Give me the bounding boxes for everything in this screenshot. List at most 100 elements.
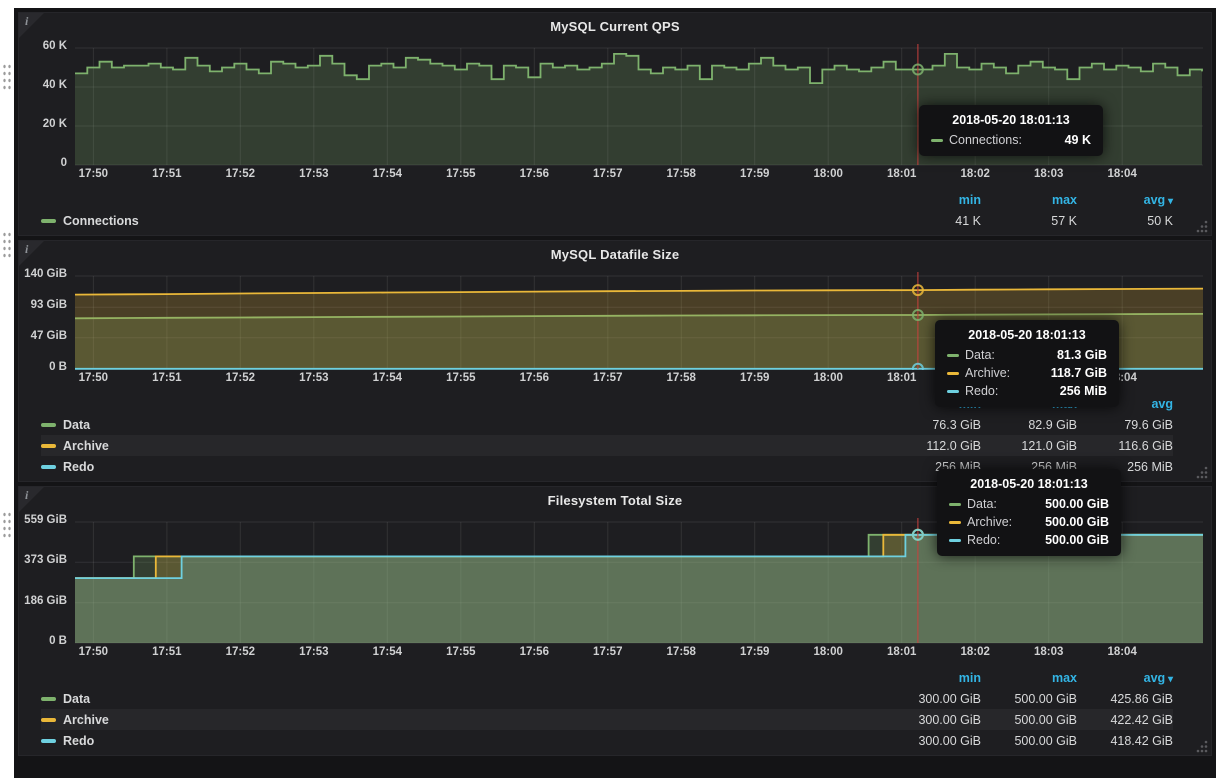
stat-avg-value: 256 MiB bbox=[1077, 460, 1173, 474]
legend-row-redo: Redo 256 MiB 256 MiB 256 MiB bbox=[41, 456, 1173, 477]
page: i MySQL Current QPS 020 K40 K60 K 17:501… bbox=[0, 0, 1224, 784]
x-tick-label: 17:52 bbox=[216, 168, 264, 180]
legend-item-archive[interactable]: Archive bbox=[41, 439, 885, 453]
chart-plot[interactable] bbox=[75, 38, 1203, 166]
x-tick-label: 17:58 bbox=[657, 646, 705, 658]
x-tick-label: 17:57 bbox=[584, 372, 632, 384]
legend-row-redo: Redo 300.00 GiB 500.00 GiB 418.42 GiB bbox=[41, 730, 1173, 751]
legend-item-connections[interactable]: Connections bbox=[41, 214, 885, 228]
stat-max-value: 500.00 GiB bbox=[981, 713, 1077, 727]
resize-handle[interactable] bbox=[1195, 739, 1209, 753]
chart-svg bbox=[75, 512, 1203, 644]
legend-item-data[interactable]: Data bbox=[41, 692, 885, 706]
info-icon: i bbox=[25, 242, 28, 257]
x-tick-label: 17:54 bbox=[363, 372, 411, 384]
series-color-dash bbox=[41, 718, 56, 722]
x-tick-label: 17:50 bbox=[69, 168, 117, 180]
row-drag-handle[interactable] bbox=[2, 63, 12, 91]
legend-item-redo[interactable]: Redo bbox=[41, 460, 885, 474]
series-color-dash bbox=[41, 444, 56, 448]
stat-min-value: 112.0 GiB bbox=[885, 439, 981, 453]
legend-item-redo[interactable]: Redo bbox=[41, 734, 885, 748]
x-tick-label: 18:01 bbox=[878, 168, 926, 180]
x-tick-label: 18:04 bbox=[1098, 168, 1146, 180]
x-tick-label: 17:56 bbox=[510, 646, 558, 658]
stat-min-value: 256 MiB bbox=[885, 460, 981, 474]
x-tick-label: 18:00 bbox=[804, 372, 852, 384]
y-tick-label: 40 K bbox=[43, 79, 67, 91]
x-tick-label: 17:53 bbox=[290, 168, 338, 180]
legend: min max avg ▾ Connections 41 K 57 K 50 K bbox=[27, 190, 1203, 231]
series-color-dash bbox=[41, 423, 56, 427]
x-tick-label: 17:52 bbox=[216, 646, 264, 658]
series-color-dash bbox=[41, 697, 56, 701]
legend-item-archive[interactable]: Archive bbox=[41, 713, 885, 727]
legend-stat-min-header[interactable]: min bbox=[885, 671, 981, 685]
stat-max-value: 500.00 GiB bbox=[981, 692, 1077, 706]
x-tick-label: 17:59 bbox=[731, 168, 779, 180]
x-axis: 17:5017:5117:5217:5317:5417:5517:5617:57… bbox=[75, 644, 1203, 661]
stat-max-value: 57 K bbox=[981, 214, 1077, 228]
x-tick-label: 17:58 bbox=[657, 168, 705, 180]
y-tick-label: 60 K bbox=[43, 40, 67, 52]
legend-header-row: min max avg ▾ bbox=[41, 190, 1173, 210]
row-drag-handle[interactable] bbox=[2, 231, 12, 259]
x-tick-label: 18:01 bbox=[878, 372, 926, 384]
x-tick-label: 17:59 bbox=[731, 372, 779, 384]
caret-down-icon: ▾ bbox=[1165, 196, 1173, 207]
legend-stat-avg-header[interactable]: avg ▾ bbox=[1077, 193, 1173, 207]
resize-dots-icon bbox=[1195, 465, 1209, 479]
y-tick-label: 47 GiB bbox=[31, 330, 67, 342]
x-tick-label: 17:54 bbox=[363, 168, 411, 180]
stat-max-value: 256 MiB bbox=[981, 460, 1077, 474]
legend-row-connections: Connections 41 K 57 K 50 K bbox=[41, 210, 1173, 231]
panel-title[interactable]: MySQL Current QPS bbox=[27, 13, 1203, 38]
chart-plot[interactable] bbox=[75, 266, 1203, 370]
x-tick-label: 17:57 bbox=[584, 168, 632, 180]
chart-plot[interactable] bbox=[75, 512, 1203, 644]
panel-title[interactable]: Filesystem Total Size bbox=[27, 487, 1203, 512]
resize-dots-icon bbox=[1195, 219, 1209, 233]
series-color-dash bbox=[947, 390, 959, 393]
series-area-Connections bbox=[75, 54, 1202, 165]
legend-stat-avg-header[interactable]: avg ▾ bbox=[1077, 671, 1173, 685]
x-tick-label: 18:04 bbox=[1098, 646, 1146, 658]
x-tick-label: 17:56 bbox=[510, 168, 558, 180]
caret-down-icon: ▾ bbox=[1165, 674, 1173, 685]
legend-stat-max-header[interactable]: max bbox=[981, 193, 1077, 207]
legend-stat-avg-header[interactable]: avg bbox=[1077, 397, 1173, 411]
legend-item-data[interactable]: Data bbox=[41, 418, 885, 432]
legend-row-data: Data 300.00 GiB 500.00 GiB 425.86 GiB bbox=[41, 688, 1173, 709]
x-tick-label: 17:51 bbox=[143, 372, 191, 384]
drag-dots-icon bbox=[2, 511, 12, 539]
legend-stat-min-header[interactable]: min bbox=[885, 193, 981, 207]
x-tick-label: 17:56 bbox=[510, 372, 558, 384]
x-tick-label: 17:55 bbox=[437, 372, 485, 384]
x-tick-label: 18:02 bbox=[951, 372, 999, 384]
row-drag-handle[interactable] bbox=[2, 511, 12, 539]
legend-stat-max-header[interactable]: max bbox=[981, 671, 1077, 685]
x-tick-label: 17:53 bbox=[290, 372, 338, 384]
legend-stat-max-header[interactable]: max bbox=[981, 397, 1077, 411]
y-tick-label: 186 GiB bbox=[24, 595, 67, 607]
stat-avg-value: 116.6 GiB bbox=[1077, 439, 1173, 453]
x-tick-label: 18:01 bbox=[878, 646, 926, 658]
x-tick-label: 17:50 bbox=[69, 646, 117, 658]
x-tick-label: 18:00 bbox=[804, 646, 852, 658]
panel-mysql-datafile-size: i MySQL Datafile Size 0 B47 GiB93 GiB140… bbox=[18, 240, 1212, 482]
x-axis: 17:5017:5117:5217:5317:5417:5517:5617:57… bbox=[75, 166, 1203, 183]
series-color-dash bbox=[41, 739, 56, 743]
legend-row-archive: Archive 300.00 GiB 500.00 GiB 422.42 GiB bbox=[41, 709, 1173, 730]
x-tick-label: 18:00 bbox=[804, 168, 852, 180]
x-tick-label: 17:57 bbox=[584, 646, 632, 658]
panel-title[interactable]: MySQL Datafile Size bbox=[27, 241, 1203, 266]
drag-dots-icon bbox=[2, 63, 12, 91]
legend: min max avg Data 76.3 GiB 82.9 GiB 79.6 … bbox=[27, 394, 1203, 477]
resize-handle[interactable] bbox=[1195, 465, 1209, 479]
x-tick-label: 18:03 bbox=[1025, 372, 1073, 384]
resize-handle[interactable] bbox=[1195, 219, 1209, 233]
y-tick-label: 140 GiB bbox=[24, 268, 67, 280]
legend-stat-min-header[interactable]: min bbox=[885, 397, 981, 411]
x-tick-label: 17:54 bbox=[363, 646, 411, 658]
series-area-Archive bbox=[75, 289, 1203, 369]
